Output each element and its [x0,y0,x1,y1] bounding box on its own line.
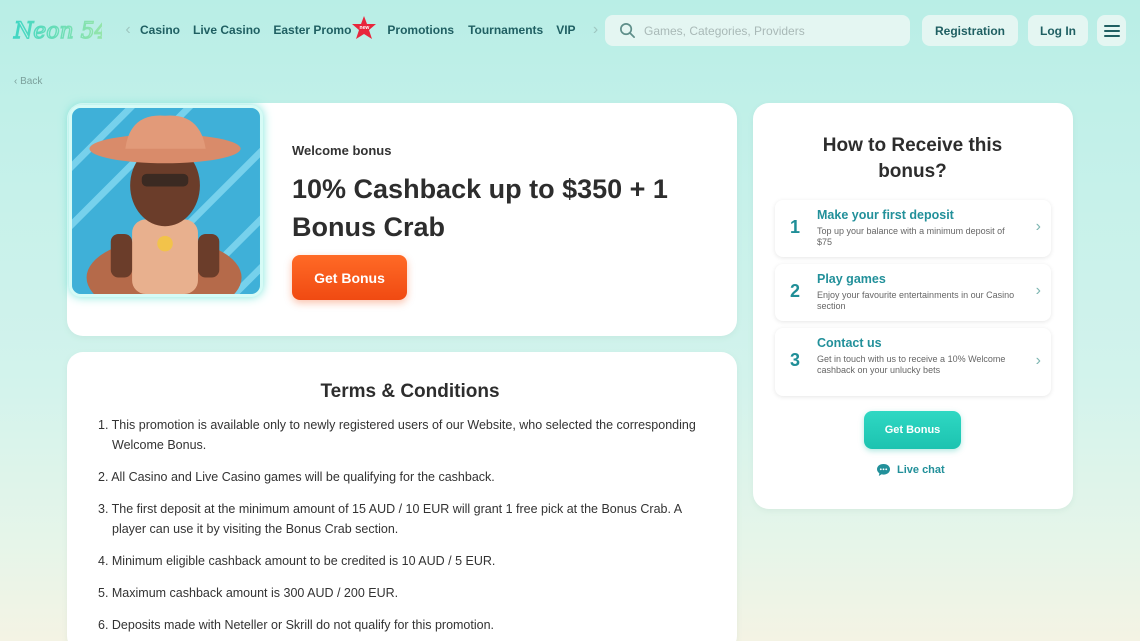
registration-button[interactable]: Registration [922,15,1018,46]
search-icon [620,23,635,38]
nav-tournaments[interactable]: Tournaments [468,23,543,37]
chevron-left-icon[interactable]: ‹ [120,21,136,39]
svg-text:Neon 54: Neon 54 [13,19,102,44]
chevron-right-icon: › [1035,218,1041,235]
terms-item: 3. The first deposit at the minimum amou… [98,502,682,536]
login-button[interactable]: Log In [1028,15,1088,46]
bonus-title: 10% Cashback up to $350 + 1 Bonus Crab [292,174,668,242]
chat-bubble-icon [877,464,890,476]
logo[interactable]: Neon 54 [12,12,109,48]
new-badge: new [352,16,377,42]
bonus-image [69,105,263,297]
terms-item: 1. This promotion is available only to n… [98,418,696,452]
step-card-2[interactable]: 2 Play games Enjoy your favourite entert… [775,264,1051,321]
site-header: Neon 54 ‹ Casino Live Casino Easter Prom… [0,0,1140,62]
logo-icon: Neon 54 [12,18,109,44]
back-link[interactable]: ‹ Back [14,76,42,87]
main-nav: ‹ Casino Live Casino Easter Promo new Pr… [120,16,604,42]
search-bar[interactable] [605,15,910,46]
chevron-right-icon: › [1035,352,1041,369]
nav-easter-promo[interactable]: Easter Promo [273,23,351,37]
terms-item: 4. Minimum eligible cashback amount to b… [98,554,496,568]
step-card-1[interactable]: 1 Make your first deposit Top up your ba… [775,200,1051,257]
step-title: Contact us [817,336,882,350]
get-bonus-button[interactable]: Get Bonus [292,255,407,300]
live-chat-link[interactable]: Live chat [876,463,945,477]
nav-casino[interactable]: Casino [140,23,180,37]
terms-item: 2. All Casino and Live Casino games will… [98,470,495,484]
hamburger-menu-icon [1103,24,1120,37]
chevron-right-icon[interactable]: › [588,21,604,39]
step-number: 3 [790,350,801,370]
nav-vip[interactable]: VIP [556,23,575,37]
bonus-subtitle: Welcome bonus [292,143,392,158]
step-title: Make your first deposit [817,208,954,222]
step-card-3[interactable]: 3 Contact us Get in touch with us to rec… [775,328,1051,396]
how-to-receive-title: How to Receive this bonus? [822,135,1003,182]
step-number: 2 [790,281,801,301]
chevron-right-icon: › [1035,282,1041,299]
menu-button[interactable] [1097,15,1126,46]
terms-list: 1. This promotion is available only to n… [98,415,718,641]
search-input[interactable] [644,23,904,38]
sidebar-get-bonus-button[interactable]: Get Bonus [864,411,961,449]
step-description: Top up your balance with a minimum depos… [817,226,1005,247]
live-chat-label: Live chat [897,464,945,476]
nav-live-casino[interactable]: Live Casino [193,23,260,37]
step-description: Get in touch with us to receive a 10% We… [817,354,1006,375]
terms-title: Terms & Conditions [320,381,500,402]
nav-promotions[interactable]: Promotions [387,23,454,37]
cowboy-character-image [72,108,260,294]
step-title: Play games [817,272,886,286]
step-description: Enjoy your favourite entertainments in o… [817,290,1015,311]
step-number: 1 [790,217,801,237]
terms-item: 6. Deposits made with Neteller or Skrill… [98,618,495,632]
terms-item: 5. Maximum cashback amount is 300 AUD / … [98,586,399,600]
